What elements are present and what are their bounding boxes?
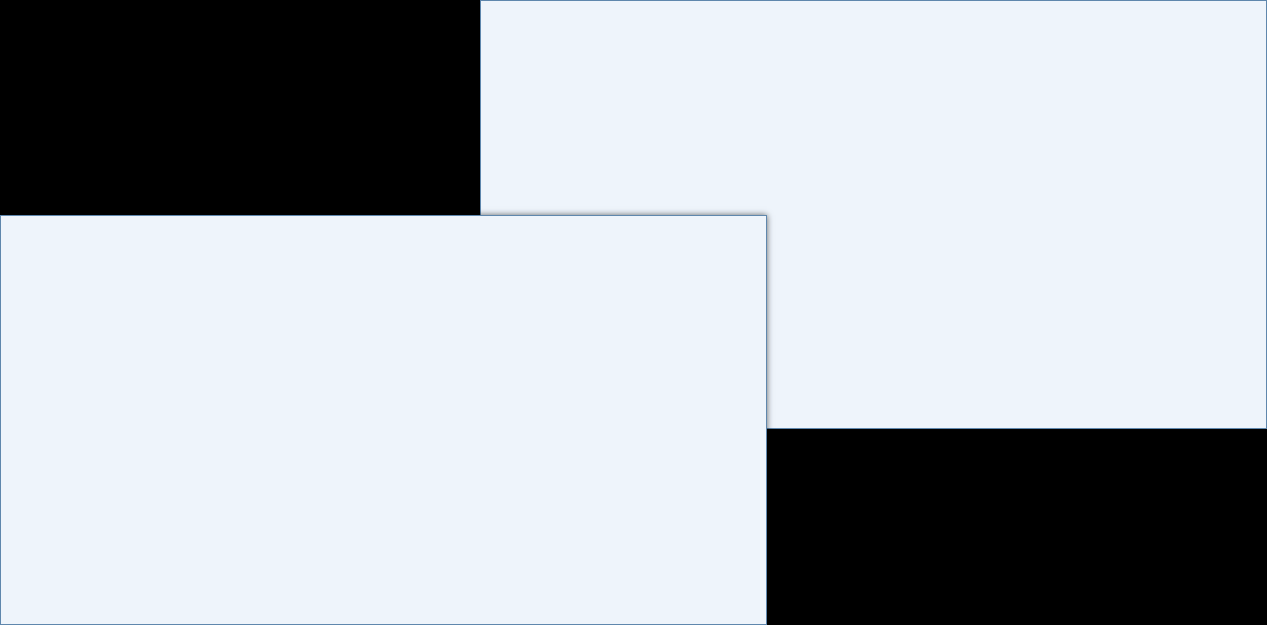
- window-forecast-rainfall[interactable]: [0, 215, 767, 625]
